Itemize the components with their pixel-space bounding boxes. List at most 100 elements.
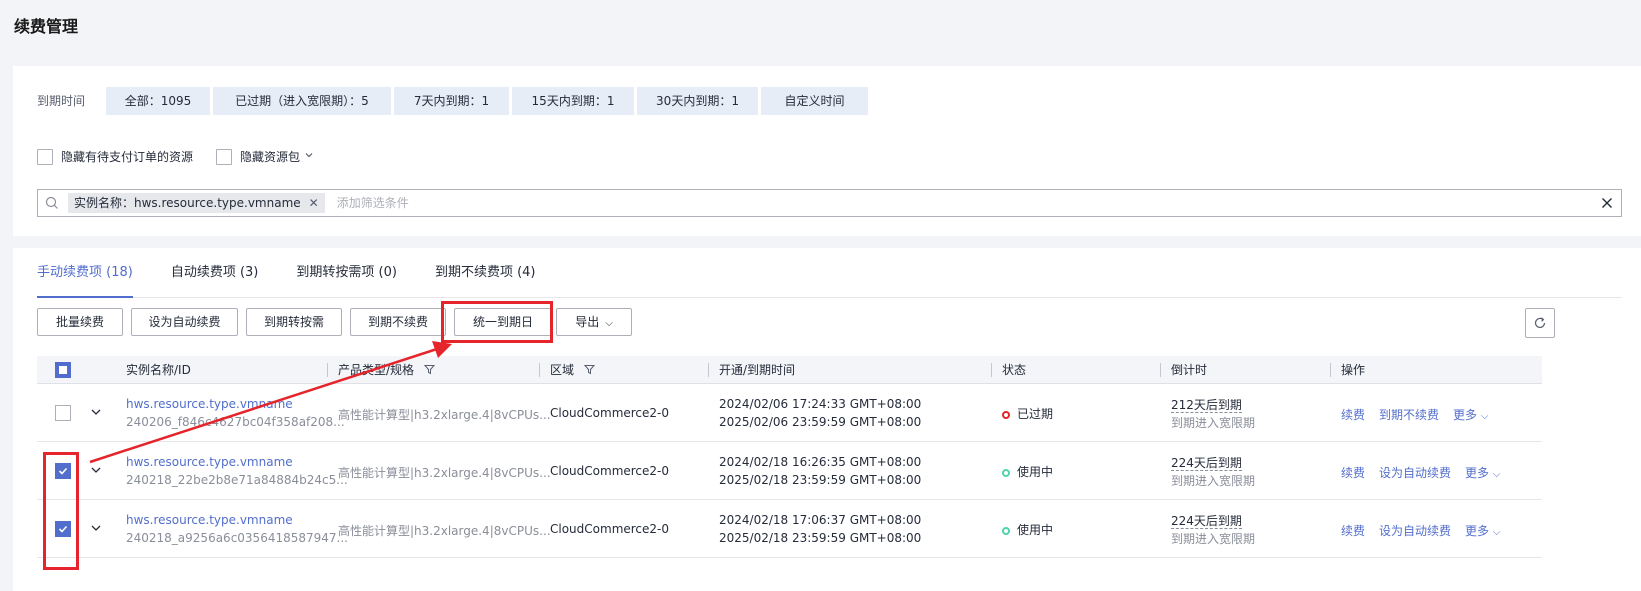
header-region-label: 区域	[550, 363, 575, 377]
export-label: 导出	[575, 315, 600, 329]
set-auto-renew-link[interactable]: 设为自动续费	[1379, 464, 1451, 481]
tab-manual-renewal[interactable]: 手动续费项 (18)	[37, 261, 133, 298]
instance-id: 240218_a9256a6c0356418587947...	[126, 531, 348, 545]
countdown-text: 212天后到期	[1171, 398, 1242, 413]
table-row: hws.resource.type.vmname 240218_a9256a6c…	[37, 500, 1542, 558]
table-header: 实例名称/ID 产品类型/规格 区域 开通/到期时间 状态 倒计时 操作	[37, 356, 1542, 384]
close-icon[interactable]: ✕	[309, 193, 319, 213]
to-on-demand-button[interactable]: 到期转按需	[246, 308, 342, 336]
batch-renew-button[interactable]: 批量续费	[37, 308, 123, 336]
status-text: 已过期	[1017, 407, 1054, 421]
product-spec: 高性能计算型|h3.2xlarge.4|8vCPUs...	[338, 466, 551, 480]
tab-no-renewal[interactable]: 到期不续费项 (4)	[435, 261, 536, 298]
tab-on-demand[interactable]: 到期转按需项 (0)	[296, 261, 397, 298]
instance-name-link[interactable]: hws.resource.type.vmname	[126, 397, 293, 411]
row-checkbox[interactable]	[55, 405, 71, 421]
tab-auto-renewal[interactable]: 自动续费项 (3)	[171, 261, 259, 298]
renewal-list-panel: 手动续费项 (18) 自动续费项 (3) 到期转按需项 (0) 到期不续费项 (…	[13, 248, 1641, 591]
filter-panel: 到期时间 全部：1095 已过期（进入宽限期）：5 7天内到期：1 15天内到期…	[13, 66, 1641, 236]
expire-time: 2025/02/18 23:59:59 GMT+08:00	[719, 473, 922, 487]
more-menu[interactable]: 更多 ⌵	[1465, 464, 1500, 481]
clear-icon[interactable]	[1593, 197, 1621, 209]
header-time: 开通/到期时间	[719, 363, 796, 377]
no-renew-button[interactable]: 到期不续费	[350, 308, 446, 336]
filter-tab-30days[interactable]: 30天内到期：1	[637, 87, 758, 115]
hide-package-checkbox[interactable]	[216, 148, 233, 165]
header-region: 区域	[550, 356, 595, 384]
renewal-table: 实例名称/ID 产品类型/规格 区域 开通/到期时间 状态 倒计时 操作 hws…	[37, 356, 1542, 558]
more-label: 更多	[1453, 408, 1478, 422]
region: CloudCommerce2-0	[550, 522, 670, 536]
table-row: hws.resource.type.vmname 240218_22be2b8e…	[37, 442, 1542, 500]
refresh-button[interactable]	[1525, 308, 1555, 338]
search-input[interactable]	[336, 196, 1593, 210]
instance-name-link[interactable]: hws.resource.type.vmname	[126, 455, 293, 469]
expiry-filter-label: 到期时间	[37, 94, 86, 108]
chevron-down-icon: ⌵	[1480, 411, 1489, 422]
chevron-down-icon[interactable]	[89, 405, 103, 419]
status-dot-icon	[1002, 468, 1010, 477]
chevron-down-icon: ⌵	[1492, 527, 1501, 538]
renew-link[interactable]: 续费	[1341, 464, 1365, 481]
product-spec: 高性能计算型|h3.2xlarge.4|8vCPUs...	[338, 408, 551, 422]
select-all-checkbox[interactable]	[55, 362, 71, 378]
table-row: hws.resource.type.vmname 240206_f846c462…	[37, 384, 1542, 442]
chevron-down-icon[interactable]	[89, 463, 103, 477]
renew-link[interactable]: 续费	[1341, 406, 1365, 423]
row-operations: 续费 设为自动续费 更多 ⌵	[1341, 464, 1500, 481]
status-text: 使用中	[1017, 523, 1054, 537]
set-auto-renew-button[interactable]: 设为自动续费	[131, 308, 238, 336]
filter-tab-7days[interactable]: 7天内到期：1	[394, 87, 509, 115]
filter-tab-15days[interactable]: 15天内到期：1	[512, 87, 634, 115]
chevron-down-icon[interactable]	[89, 521, 103, 535]
instance-name-link[interactable]: hws.resource.type.vmname	[126, 513, 293, 527]
set-auto-renew-link[interactable]: 设为自动续费	[1379, 522, 1451, 539]
more-label: 更多	[1465, 466, 1490, 480]
hide-pending-checkbox[interactable]	[37, 148, 53, 165]
export-button[interactable]: 导出 ⌵	[556, 308, 632, 336]
more-label: 更多	[1465, 524, 1490, 538]
hide-package-label: 隐藏资源包	[240, 150, 301, 164]
header-product: 产品类型/规格	[338, 356, 435, 384]
header-status: 状态	[1002, 363, 1027, 377]
renew-link[interactable]: 续费	[1341, 522, 1365, 539]
status-badge: 已过期	[1002, 405, 1053, 422]
more-menu[interactable]: 更多 ⌵	[1453, 406, 1488, 423]
search-icon	[38, 190, 66, 216]
countdown-sub: 到期进入宽限期	[1171, 532, 1256, 546]
filter-tab-expired[interactable]: 已过期（进入宽限期）：5	[213, 87, 391, 115]
filter-tab-all[interactable]: 全部：1095	[106, 87, 210, 115]
filter-icon[interactable]	[423, 357, 435, 385]
header-product-label: 产品类型/规格	[338, 363, 415, 377]
expiry-filter-tabs: 全部：1095 已过期（进入宽限期）：5 7天内到期：1 15天内到期：1 30…	[106, 87, 868, 115]
highlight-box-checked-rows	[43, 452, 79, 570]
more-menu[interactable]: 更多 ⌵	[1465, 522, 1500, 539]
search-bar[interactable]: 实例名称：hws.resource.type.vmname ✕	[37, 189, 1622, 217]
instance-id: 240218_22be2b8e71a84884b24c5...	[126, 473, 348, 487]
status-dot-icon	[1002, 410, 1010, 419]
product-spec: 高性能计算型|h3.2xlarge.4|8vCPUs...	[338, 524, 551, 538]
header-countdown: 倒计时	[1171, 363, 1208, 377]
chevron-down-icon: ⌵	[605, 318, 613, 329]
countdown-text: 224天后到期	[1171, 514, 1242, 529]
filter-icon[interactable]	[583, 357, 595, 385]
status-badge: 使用中	[1002, 463, 1053, 480]
countdown: 224天后到期	[1171, 454, 1242, 471]
status-dot-icon	[1002, 526, 1010, 535]
open-time: 2024/02/18 17:06:37 GMT+08:00	[719, 513, 922, 527]
chevron-down-icon[interactable]	[304, 150, 314, 163]
filter-tab-custom[interactable]: 自定义时间	[761, 87, 868, 115]
page-title: 续费管理	[14, 17, 79, 36]
row-operations: 续费 设为自动续费 更多 ⌵	[1341, 522, 1500, 539]
status-badge: 使用中	[1002, 521, 1053, 538]
no-renew-link[interactable]: 到期不续费	[1379, 406, 1439, 423]
open-time: 2024/02/18 16:26:35 GMT+08:00	[719, 455, 922, 469]
instance-id: 240206_f846c4627bc04f358af208...	[126, 415, 345, 429]
renewal-tabs: 手动续费项 (18) 自动续费项 (3) 到期转按需项 (0) 到期不续费项 (…	[37, 261, 1622, 298]
header-operations: 操作	[1341, 363, 1366, 377]
countdown-sub: 到期进入宽限期	[1171, 474, 1256, 488]
highlight-box-unify-button	[441, 301, 553, 343]
expire-time: 2025/02/18 23:59:59 GMT+08:00	[719, 531, 922, 545]
expire-time: 2025/02/06 23:59:59 GMT+08:00	[719, 415, 922, 429]
filter-chip-label: 实例名称：hws.resource.type.vmname	[74, 196, 301, 210]
